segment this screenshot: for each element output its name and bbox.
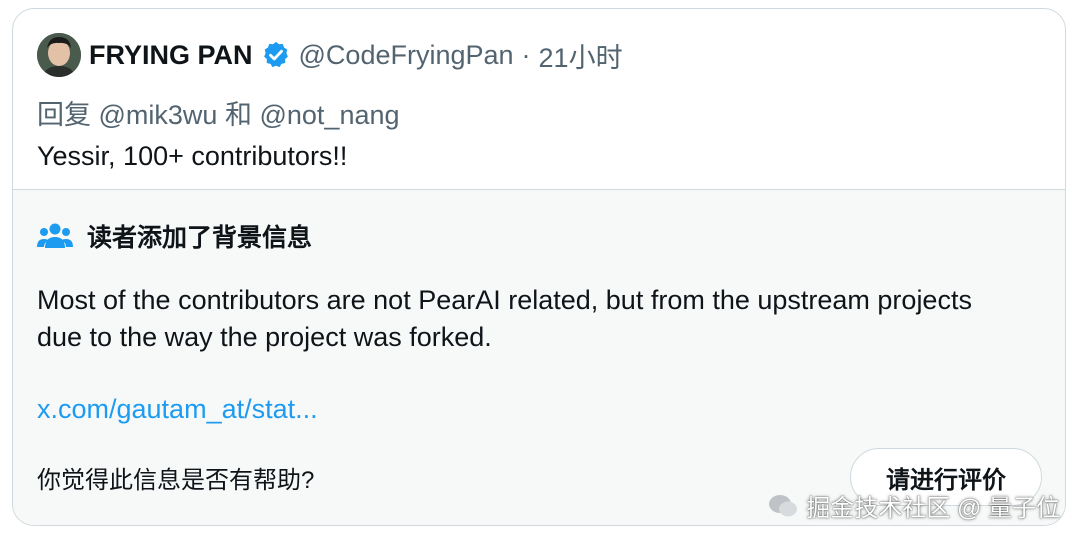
tweet-text: Yessir, 100+ contributors!! [37,141,348,171]
avatar[interactable] [37,33,81,77]
tweet-card: FRYING PAN @CodeFryingPan · 21小时 回复 @mik… [12,8,1066,526]
wechat-icon [768,493,798,519]
tweet-header: FRYING PAN @CodeFryingPan · 21小时 [89,37,623,73]
separator-dot: · [521,39,531,70]
community-note-header: 读者添加了背景信息 [37,218,312,254]
verified-badge-icon [261,40,291,70]
reply-join: 和 [224,100,252,130]
watermark-text: 掘金技术社区 @ 量子位 [806,495,1060,522]
watermark: 掘金技术社区 @ 量子位 [768,488,1060,523]
community-note: 读者添加了背景信息 Most of the contributors are n… [13,189,1065,525]
community-note-link[interactable]: x.com/gautam_at/stat... [37,394,318,425]
community-note-title: 读者添加了背景信息 [87,224,313,252]
tweet-timestamp[interactable]: 21小时 [539,36,623,75]
reply-prefix: 回复 [37,100,91,130]
display-name[interactable]: FRYING PAN [89,40,253,71]
community-note-body: Most of the contributors are not PearAI … [37,285,972,352]
reply-mention-2[interactable]: @not_nang [259,100,399,130]
reply-mention-1[interactable]: @mik3wu [99,100,218,130]
reply-context: 回复 @mik3wu 和 @not_nang [37,93,400,132]
tweet[interactable]: FRYING PAN @CodeFryingPan · 21小时 回复 @mik… [13,9,1065,189]
user-handle[interactable]: @CodeFryingPan [299,40,514,71]
people-icon [37,221,73,251]
helpful-question: 你觉得此信息是否有帮助? [37,467,315,494]
